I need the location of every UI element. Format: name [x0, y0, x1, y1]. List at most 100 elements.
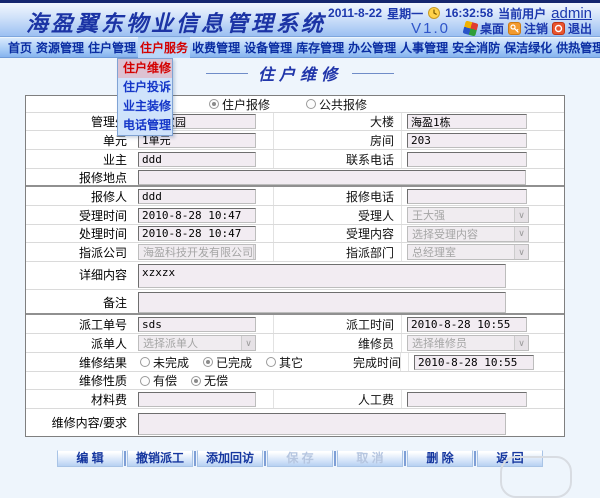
accept-content-select[interactable]: 选择受理内容 ∨: [407, 225, 529, 242]
detail-textarea[interactable]: xzxzx: [138, 264, 506, 288]
repairman-select[interactable]: 选择维修员 ∨: [407, 335, 529, 351]
menu-item-fee[interactable]: 收费管理: [190, 37, 242, 58]
labor-fee-input[interactable]: [407, 391, 527, 407]
building-input[interactable]: [407, 114, 527, 129]
contact-phone-input[interactable]: [407, 151, 527, 167]
chevron-down-icon: ∨: [253, 245, 255, 259]
repair-place-input[interactable]: [138, 169, 526, 185]
radio-finished[interactable]: 已完成: [203, 354, 252, 371]
radio-paid[interactable]: 有偿: [140, 372, 177, 389]
radio-not-finished[interactable]: 未完成: [140, 354, 189, 371]
material-fee-label: 材料费: [90, 392, 127, 407]
radio-resident-repair[interactable]: 住户报修: [208, 96, 270, 113]
main-menu-bar: 首页 资源管理 住户管理 住户服务 收费管理 设备管理 库存管理 办公管理 人事…: [0, 37, 600, 58]
repairman-label: 维修员: [273, 334, 401, 352]
dropdown-item-phone-mgmt[interactable]: 电话管理: [118, 116, 172, 135]
delete-button[interactable]: 删 除: [407, 449, 473, 467]
button-separator: [194, 450, 196, 466]
assign-dept-select[interactable]: 总经理室 ∨: [407, 244, 529, 260]
dispatcher-select[interactable]: 选择派单人 ∨: [138, 335, 256, 351]
title-rule-right: [352, 72, 394, 74]
dropdown-item-repair[interactable]: 住户维修: [118, 59, 172, 78]
menu-item-cleaning[interactable]: 保洁绿化: [502, 37, 554, 58]
dispatch-time-label: 派工时间: [273, 315, 401, 333]
assign-company-select[interactable]: 海盈科技开发有限公司 ∨: [138, 244, 256, 260]
button-separator: [334, 450, 336, 466]
contact-phone-label: 联系电话: [273, 150, 401, 168]
cancel-dispatch-button[interactable]: 撤销派工: [127, 449, 193, 467]
dropdown-item-complaint[interactable]: 住户投诉: [118, 78, 172, 97]
assign-company-label: 指派公司: [78, 245, 127, 260]
handle-time-input[interactable]: [138, 226, 256, 241]
remark-textarea[interactable]: [138, 292, 506, 313]
app-header: 海盈翼东物业信息管理系统 2011-8-22 星期一 16:32:58 当前用户…: [0, 3, 600, 37]
menu-item-safety[interactable]: 安全消防: [450, 37, 502, 58]
remark-label: 备注: [102, 296, 127, 310]
time-text: 16:32:58: [445, 6, 494, 20]
chevron-down-icon: ∨: [514, 245, 528, 259]
reporter-input[interactable]: [138, 188, 256, 204]
logout-label: 注销: [523, 22, 548, 36]
row-repair-place: 报修地点: [26, 169, 564, 187]
row-dispatcher: 派单人 选择派单人 ∨ 维修员 选择维修员 ∨: [26, 334, 564, 353]
row-remark: 备注: [26, 290, 564, 315]
repair-place-label: 报修地点: [78, 170, 127, 185]
repair-req-label: 维修内容/要求: [51, 416, 127, 430]
radio-other[interactable]: 其它: [266, 354, 303, 371]
desktop-pinwheel-icon: [462, 20, 479, 37]
room-input[interactable]: [407, 132, 527, 148]
material-fee-input[interactable]: [138, 391, 256, 407]
accept-time-input[interactable]: [138, 207, 256, 223]
work-order-no-input[interactable]: [138, 316, 256, 332]
menu-item-inventory[interactable]: 库存管理: [294, 37, 346, 58]
menu-item-resident-service[interactable]: 住户服务: [138, 37, 191, 58]
exit-label: 退出: [567, 22, 592, 36]
button-separator: [404, 450, 406, 466]
radio-public-repair[interactable]: 公共报修: [306, 96, 367, 113]
report-phone-label: 报修电话: [273, 187, 401, 205]
owner-input[interactable]: [138, 151, 256, 167]
menu-item-resource[interactable]: 资源管理: [34, 37, 86, 58]
logout-link[interactable]: 注销: [507, 20, 548, 37]
detail-label: 详细内容: [78, 268, 127, 282]
menu-item-equipment[interactable]: 设备管理: [242, 37, 294, 58]
row-assign: 指派公司 海盈科技开发有限公司 ∨ 指派部门 总经理室 ∨: [26, 243, 564, 262]
report-phone-input[interactable]: [407, 188, 527, 204]
dropdown-item-decoration[interactable]: 业主装修: [118, 97, 172, 116]
row-unit-room: 单元 房间: [26, 131, 564, 150]
reporter-label: 报修人: [90, 189, 127, 204]
row-repair-result: 维修结果 未完成 已完成 其它 完成时间: [26, 353, 564, 372]
labor-fee-label: 人工费: [273, 390, 401, 408]
dispatcher-label: 派单人: [90, 336, 127, 351]
menu-item-office[interactable]: 办公管理: [346, 37, 398, 58]
menu-item-hr[interactable]: 人事管理: [398, 37, 450, 58]
cancel-button[interactable]: 取 消: [337, 449, 403, 467]
version-text: V1.0: [411, 20, 450, 37]
row-fees: 材料费 人工费: [26, 390, 564, 409]
radio-free[interactable]: 无偿: [191, 372, 228, 389]
finish-time-input[interactable]: [414, 354, 534, 370]
row-detail: 详细内容 xzxzx: [26, 262, 564, 290]
title-rule-left: [205, 72, 248, 74]
row-management-building: 管理处 大楼: [26, 113, 564, 131]
radio-selected-icon: [208, 99, 219, 109]
username-link[interactable]: admin: [551, 5, 592, 22]
exit-link[interactable]: 退出: [551, 20, 592, 37]
repair-req-textarea[interactable]: [138, 412, 506, 435]
save-button[interactable]: 保 存: [267, 449, 333, 467]
app-title: 海盈翼东物业信息管理系统: [26, 11, 327, 37]
add-followup-button[interactable]: 添加回访: [197, 449, 263, 467]
chevron-down-icon: ∨: [514, 336, 528, 350]
menu-item-heating[interactable]: 供热管理: [554, 37, 600, 58]
resident-service-dropdown: 住户维修 住户投诉 业主装修 电话管理: [117, 58, 173, 136]
edit-button[interactable]: 编 辑: [57, 449, 123, 467]
chevron-down-icon: ∨: [514, 208, 528, 222]
desktop-link[interactable]: 桌面: [462, 20, 504, 37]
acceptor-select[interactable]: 王大强 ∨: [407, 207, 529, 223]
row-repair-req: 维修内容/要求: [26, 409, 564, 436]
menu-item-resident-mgmt[interactable]: 住户管理: [86, 37, 138, 58]
menu-item-home[interactable]: 首页: [6, 37, 34, 58]
row-handle-time: 处理时间 受理内容 选择受理内容 ∨: [26, 225, 564, 243]
watermark-arc: [500, 456, 572, 498]
dispatch-time-input[interactable]: [407, 316, 527, 332]
